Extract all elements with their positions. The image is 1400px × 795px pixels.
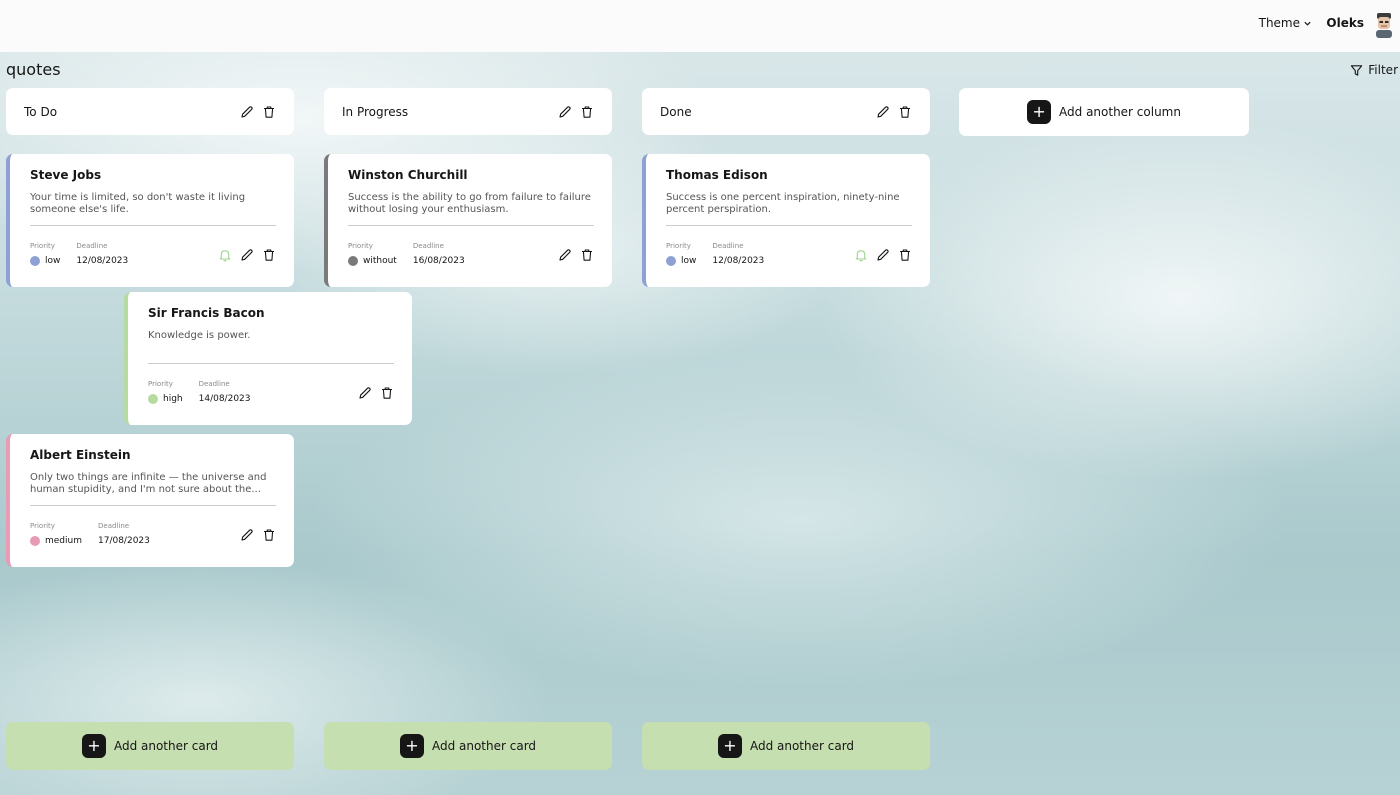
card-francis-bacon-dragging[interactable]: Sir Francis Bacon Knowledge is power. Pr…	[124, 292, 412, 425]
priority-value: medium	[45, 536, 82, 546]
column-header-done: Done	[642, 88, 930, 135]
priority-label: Priority	[30, 522, 55, 530]
bell-icon[interactable]	[218, 248, 232, 262]
add-column-button[interactable]: + Add another column	[959, 88, 1249, 136]
deadline-label: Deadline	[712, 242, 744, 250]
deadline-value: 14/08/2023	[198, 394, 251, 404]
card-steve-jobs[interactable]: Steve Jobs Your time is limited, so don'…	[6, 154, 294, 287]
card-divider	[666, 225, 912, 226]
card-albert-einstein[interactable]: Albert Einstein Only two things are infi…	[6, 434, 294, 567]
trash-icon[interactable]	[580, 248, 594, 262]
trash-icon[interactable]	[262, 105, 276, 119]
priority-value: low	[45, 256, 61, 266]
chevron-down-icon	[1304, 21, 1311, 26]
card-title: Albert Einstein	[30, 448, 131, 462]
edit-icon[interactable]	[876, 248, 890, 262]
deadline-label: Deadline	[98, 522, 130, 530]
card-description: Only two things are infinite — the unive…	[30, 472, 267, 495]
plus-icon: +	[1027, 100, 1052, 124]
deadline-value: 12/08/2023	[76, 256, 129, 266]
theme-dropdown[interactable]: Theme	[1259, 16, 1312, 30]
card-description: Your time is limited, so don't waste it …	[30, 192, 246, 215]
column-header-todo: To Do	[6, 88, 294, 135]
card-description: Success is one percent inspiration, nine…	[666, 192, 900, 215]
priority-label: Priority	[348, 242, 373, 250]
trash-icon[interactable]	[262, 528, 276, 542]
card-description: Knowledge is power.	[148, 330, 251, 341]
trash-icon[interactable]	[262, 248, 276, 262]
priority-dot	[148, 394, 158, 404]
filter-button[interactable]: Filter	[1350, 63, 1398, 77]
add-column-label: Add another column	[1059, 105, 1181, 119]
deadline-value: 16/08/2023	[412, 256, 465, 266]
card-divider	[30, 505, 276, 506]
card-divider	[148, 363, 394, 364]
column-title: To Do	[24, 104, 58, 119]
priority-dot	[348, 256, 358, 266]
edit-icon[interactable]	[876, 105, 890, 119]
add-card-button-in-progress[interactable]: + Add another card	[324, 722, 612, 770]
priority-label: Priority	[148, 380, 173, 388]
deadline-label: Deadline	[412, 242, 444, 250]
card-divider	[30, 225, 276, 226]
priority-dot	[30, 536, 40, 546]
priority-value: high	[163, 394, 183, 404]
filter-label: Filter	[1368, 63, 1398, 77]
priority-value: low	[681, 256, 697, 266]
card-description: Success is the ability to go from failur…	[348, 192, 591, 215]
bell-icon[interactable]	[854, 248, 868, 262]
column-title: Done	[660, 104, 692, 119]
card-title: Steve Jobs	[30, 168, 102, 182]
deadline-value: 12/08/2023	[712, 256, 765, 266]
edit-icon[interactable]	[240, 528, 254, 542]
add-card-label: Add another card	[749, 739, 855, 753]
column-title: In Progress	[342, 104, 409, 119]
plus-icon: +	[399, 734, 424, 758]
add-card-label: Add another card	[113, 739, 219, 753]
column-header-in-progress: In Progress	[324, 88, 612, 135]
trash-icon[interactable]	[380, 386, 394, 400]
priority-value: without	[363, 256, 397, 266]
trash-icon[interactable]	[580, 105, 594, 119]
plus-icon: +	[81, 734, 106, 758]
card-thomas-edison[interactable]: Thomas Edison Success is one percent ins…	[642, 154, 930, 287]
card-title: Winston Churchill	[348, 168, 468, 182]
card-winston-churchill[interactable]: Winston Churchill Success is the ability…	[324, 154, 612, 287]
card-divider	[348, 225, 594, 226]
card-title: Thomas Edison	[666, 168, 768, 182]
plus-icon: +	[717, 734, 742, 758]
priority-dot	[30, 256, 40, 266]
add-card-button-done[interactable]: + Add another card	[642, 722, 930, 770]
user-name[interactable]: Oleks	[1326, 16, 1364, 30]
priority-label: Priority	[666, 242, 691, 250]
top-bar: Theme Oleks	[0, 0, 1400, 52]
card-title: Sir Francis Bacon	[148, 306, 265, 320]
deadline-label: Deadline	[198, 380, 230, 388]
edit-icon[interactable]	[240, 105, 254, 119]
edit-icon[interactable]	[558, 248, 572, 262]
board-title: quotes	[6, 60, 61, 79]
theme-label: Theme	[1258, 16, 1300, 30]
deadline-label: Deadline	[76, 242, 108, 250]
avatar[interactable]	[1374, 12, 1394, 38]
trash-icon[interactable]	[898, 105, 912, 119]
deadline-value: 17/08/2023	[98, 536, 150, 546]
edit-icon[interactable]	[240, 248, 254, 262]
edit-icon[interactable]	[358, 386, 372, 400]
trash-icon[interactable]	[898, 248, 912, 262]
filter-icon	[1351, 64, 1363, 76]
priority-label: Priority	[30, 242, 55, 250]
add-card-label: Add another card	[431, 739, 537, 753]
add-card-button-todo[interactable]: + Add another card	[6, 722, 294, 770]
priority-dot	[666, 256, 676, 266]
edit-icon[interactable]	[558, 105, 572, 119]
